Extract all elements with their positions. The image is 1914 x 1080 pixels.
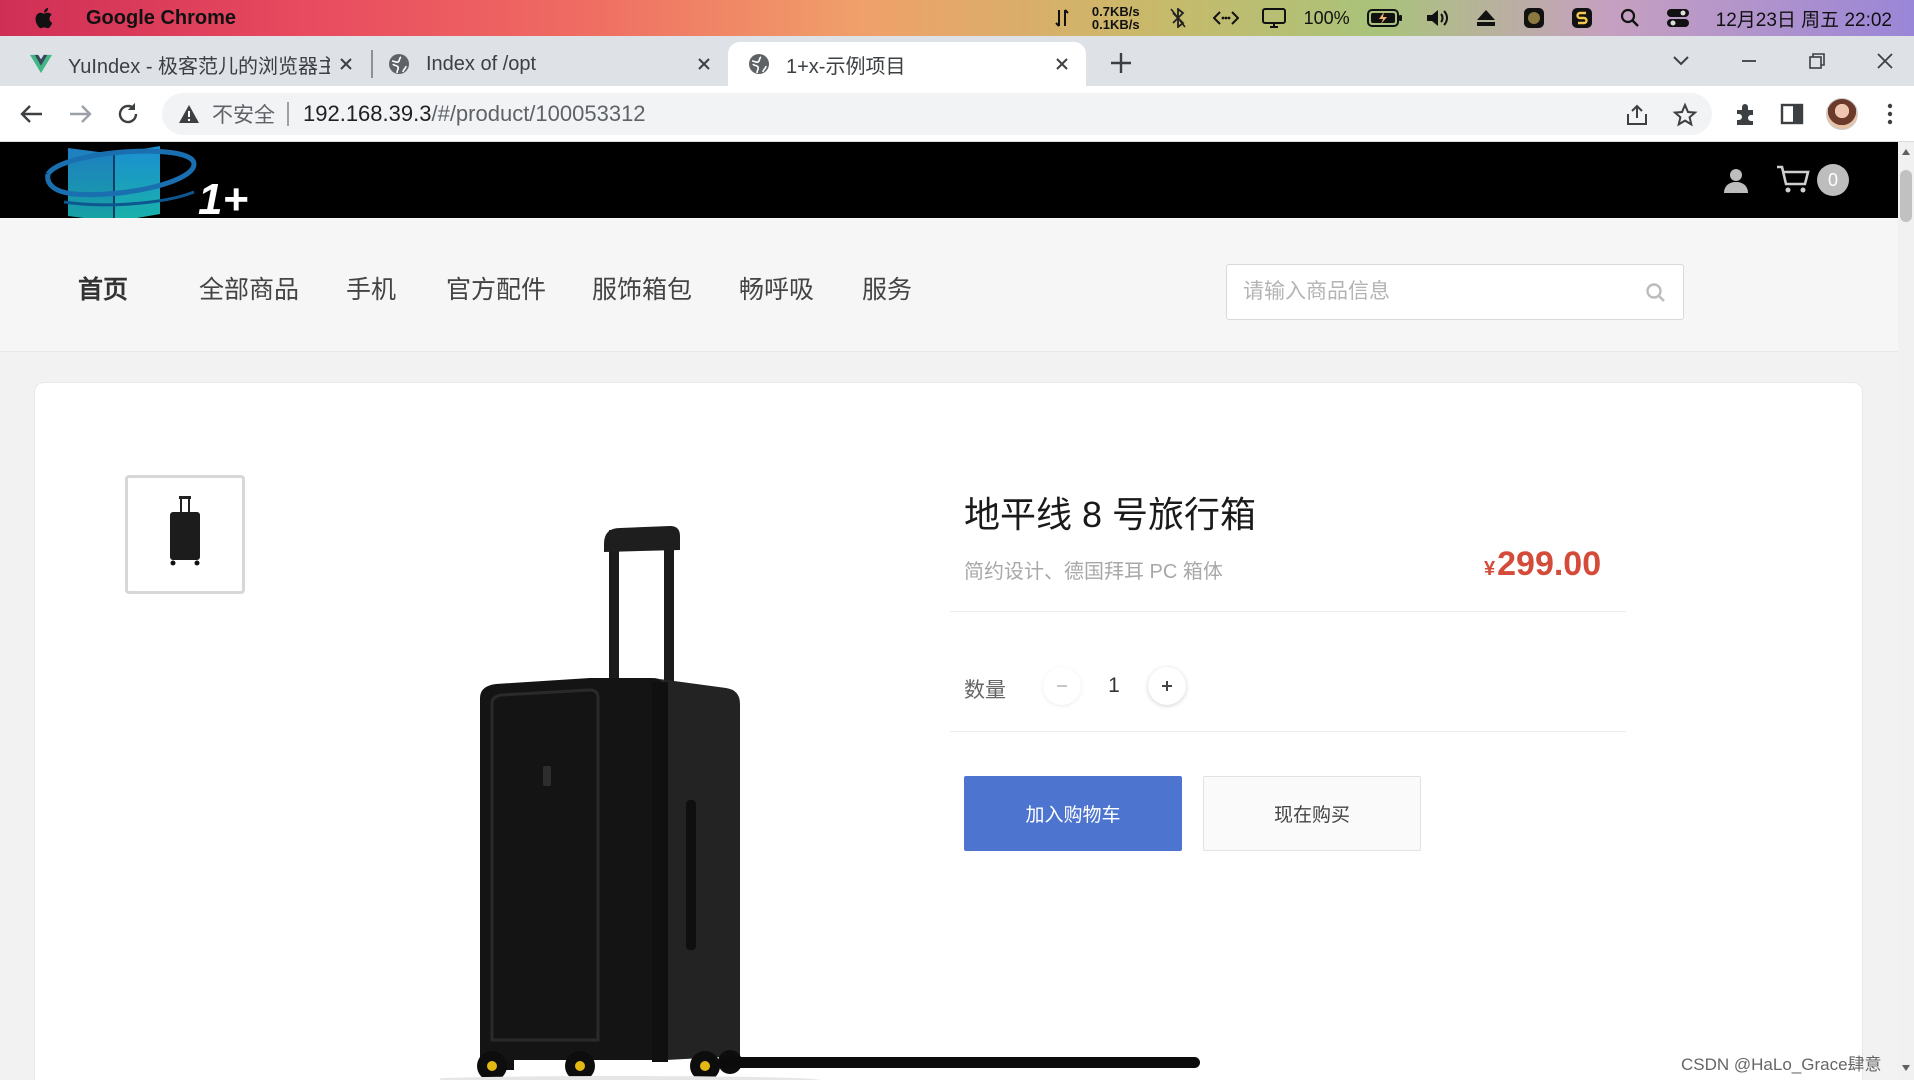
nav-item-breathe[interactable]: 畅呼吸 — [739, 270, 814, 306]
globe-icon — [749, 54, 769, 74]
tab-close-icon[interactable] — [336, 54, 356, 74]
tab-yuindex[interactable]: YuIndex - 极客范儿的浏览器主页 — [0, 42, 370, 86]
network-speed: 0.7KB/s 0.1KB/s — [1091, 4, 1140, 32]
image-scroll-indicator — [720, 1057, 1200, 1068]
browser-toolbar: 不安全 192.168.39.3/#/product/100053312 — [0, 86, 1914, 142]
site-header: 1+ 0 — [0, 142, 1898, 224]
url-text[interactable]: 192.168.39.3/#/product/100053312 — [303, 101, 646, 127]
suitcase-thumbnail-image — [170, 496, 200, 566]
nav-item-home[interactable]: 首页 — [78, 270, 128, 306]
profile-avatar[interactable] — [1826, 98, 1858, 130]
apple-logo-icon[interactable] — [34, 6, 56, 30]
nav-item-phones[interactable]: 手机 — [346, 270, 396, 306]
user-icon[interactable] — [1722, 166, 1750, 194]
forward-arrow-icon[interactable] — [66, 100, 94, 128]
minimize-icon[interactable] — [1736, 48, 1762, 74]
plus-icon — [1162, 681, 1172, 691]
product-subtitle: 简约设计、德国拜耳 PC 箱体 — [964, 561, 1223, 583]
macos-menu-bar: Google Chrome 0.7KB/s 0.1KB/s 100% 12月23日… — [0, 0, 1914, 36]
volume-icon[interactable] — [1425, 7, 1451, 29]
quantity-decrement-button[interactable] — [1043, 667, 1081, 705]
tab-close-icon[interactable] — [1052, 54, 1072, 74]
share-icon[interactable] — [1624, 102, 1650, 128]
svg-text:1+: 1+ — [198, 175, 248, 224]
divider — [950, 611, 1626, 612]
kebab-menu-icon[interactable] — [1876, 100, 1904, 128]
shopping-cart-icon[interactable] — [1776, 164, 1810, 194]
nav-item-all-products[interactable]: 全部商品 — [199, 270, 299, 306]
menubar-datetime[interactable]: 12月23日 周五 22:02 — [1716, 5, 1892, 32]
bluetooth-off-icon[interactable] — [1165, 7, 1191, 29]
product-price: ¥299.00 — [1484, 545, 1602, 583]
globe-icon — [389, 54, 409, 74]
csdn-watermark: CSDN @HaLo_Grace肆意 — [1681, 1055, 1882, 1074]
product-search-box — [1226, 264, 1684, 320]
restore-icon[interactable] — [1804, 48, 1830, 74]
add-to-cart-button[interactable]: 加入购物车 — [964, 776, 1182, 851]
spotlight-search-icon[interactable] — [1617, 7, 1643, 29]
reload-icon[interactable] — [114, 100, 142, 128]
not-secure-warning-icon[interactable] — [178, 103, 200, 125]
omnibox-divider — [287, 102, 289, 126]
nav-item-service[interactable]: 服务 — [862, 270, 912, 306]
extensions-puzzle-icon[interactable] — [1732, 100, 1760, 128]
buy-now-button[interactable]: 现在购买 — [1203, 776, 1421, 851]
app-status-icon[interactable] — [1521, 7, 1547, 29]
close-window-icon[interactable] — [1872, 48, 1898, 74]
address-bar[interactable]: 不安全 192.168.39.3/#/product/100053312 — [162, 93, 1712, 135]
nav-item-accessories[interactable]: 官方配件 — [446, 270, 546, 306]
tab-close-icon[interactable] — [694, 54, 714, 74]
transfer-arrows-icon[interactable] — [1049, 7, 1075, 29]
page-scrollbar[interactable] — [1898, 142, 1914, 1080]
chrome-tab-strip: YuIndex - 极客范儿的浏览器主页 Index of /opt 1+x-示… — [0, 36, 1914, 86]
nav-item-apparel-bags[interactable]: 服饰箱包 — [592, 270, 692, 306]
search-input[interactable] — [1227, 265, 1627, 319]
tab-search-chevron-icon[interactable] — [1668, 48, 1694, 74]
s-app-icon[interactable] — [1569, 7, 1595, 29]
currency-symbol: ¥ — [1484, 558, 1496, 580]
side-panel-icon[interactable] — [1778, 100, 1806, 128]
scroll-up-arrow-icon[interactable] — [1901, 148, 1911, 156]
search-icon[interactable] — [1645, 282, 1667, 304]
quantity-label: 数量 — [964, 679, 1006, 702]
minus-icon — [1057, 685, 1067, 687]
site-logo[interactable]: 1+ — [44, 142, 264, 224]
tab-1x-demo-active[interactable]: 1+x-示例项目 — [728, 42, 1086, 86]
main-nav: 首页 全部商品 手机 官方配件 服饰箱包 畅呼吸 服务 — [0, 218, 1898, 352]
vue-icon — [30, 54, 52, 74]
product-thumbnail[interactable] — [125, 475, 245, 594]
back-arrow-icon[interactable] — [18, 100, 46, 128]
cart-count-badge[interactable]: 0 — [1817, 164, 1849, 196]
new-tab-plus-icon[interactable] — [1108, 50, 1134, 76]
divider — [950, 731, 1626, 732]
tab-index-of-opt[interactable]: Index of /opt — [372, 42, 728, 86]
security-label[interactable]: 不安全 — [212, 99, 275, 129]
scroll-down-arrow-icon[interactable] — [1901, 1064, 1911, 1072]
quantity-value: 1 — [1108, 674, 1120, 697]
quantity-increment-button[interactable] — [1148, 667, 1186, 705]
product-title: 地平线 8 号旅行箱 — [964, 494, 1257, 535]
battery-charging-icon[interactable] — [1366, 7, 1403, 29]
code-arrows-icon[interactable] — [1212, 7, 1239, 29]
menubar-app-name[interactable]: Google Chrome — [86, 7, 236, 30]
bookmark-star-icon[interactable] — [1672, 102, 1698, 128]
scrollbar-thumb[interactable] — [1900, 170, 1912, 222]
display-icon[interactable] — [1261, 7, 1287, 29]
battery-percent: 100% — [1303, 7, 1350, 28]
control-center-icon[interactable] — [1665, 7, 1691, 29]
eject-icon[interactable] — [1473, 7, 1499, 29]
